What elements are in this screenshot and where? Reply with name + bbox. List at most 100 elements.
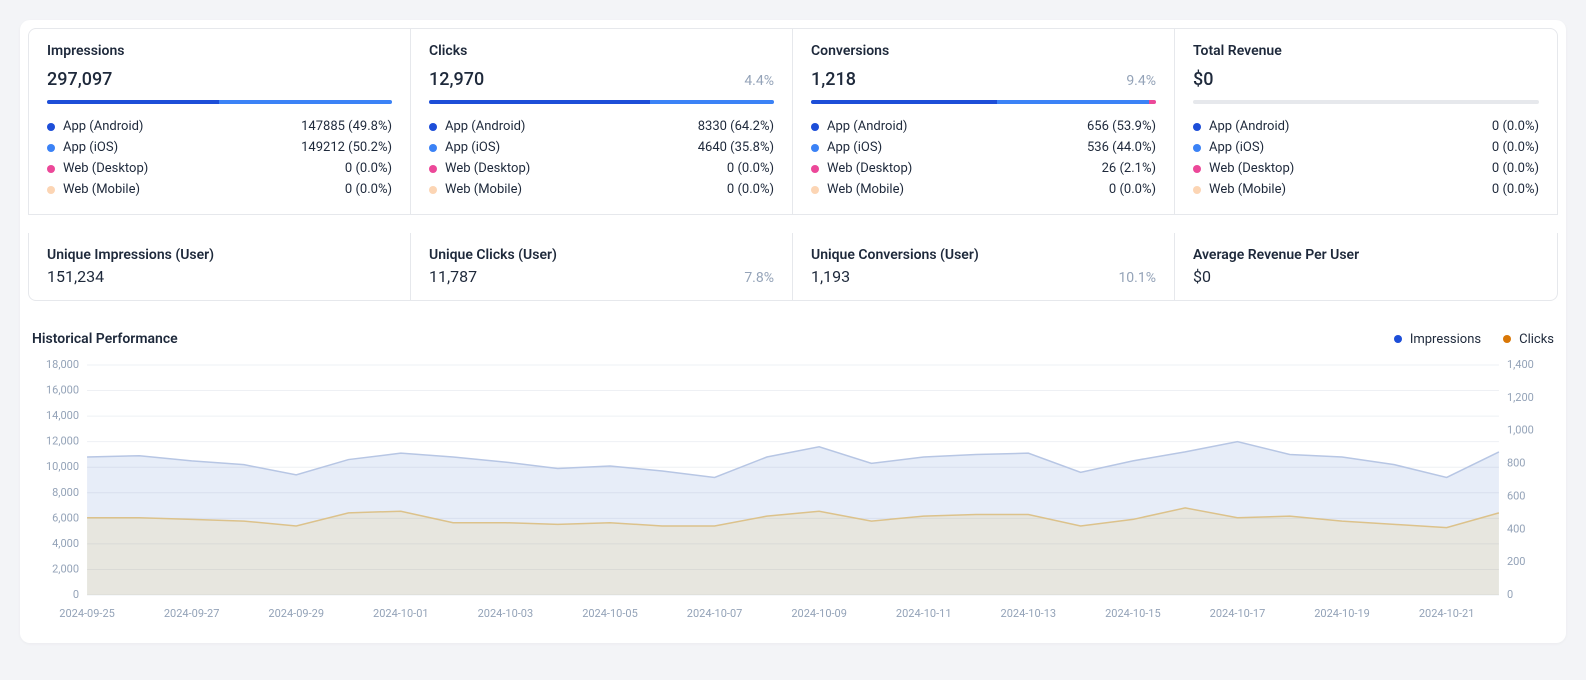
breakdown-label: Web (Desktop) xyxy=(827,161,912,176)
breakdown-value: 147885 (49.8%) xyxy=(301,119,392,134)
small-metric-card[interactable]: Unique Impressions (User) 151,234 xyxy=(29,233,411,300)
breakdown-row: Web (Desktop)0 (0.0%) xyxy=(429,158,774,179)
metric-value: 1,218 xyxy=(811,69,856,90)
svg-text:16,000: 16,000 xyxy=(46,384,79,397)
small-metric-title: Unique Impressions (User) xyxy=(47,247,392,263)
svg-text:800: 800 xyxy=(1507,457,1526,470)
breakdown-row: App (Android) 147885 (49.8%) xyxy=(47,116,392,137)
svg-text:14,000: 14,000 xyxy=(46,409,79,422)
chart-section-title: Historical Performance xyxy=(32,331,178,347)
svg-text:2024-10-11: 2024-10-11 xyxy=(896,607,952,620)
breakdown-label: App (Android) xyxy=(1209,119,1289,134)
svg-text:2024-10-21: 2024-10-21 xyxy=(1419,607,1475,620)
small-metric-card[interactable]: Unique Conversions (User)1,19310.1% xyxy=(793,233,1175,300)
small-metric-value: 1,193 xyxy=(811,267,850,286)
metric-percent: 9.4% xyxy=(1126,73,1156,89)
breakdown-value: 0 (0.0%) xyxy=(345,182,392,197)
svg-text:2024-10-19: 2024-10-19 xyxy=(1314,607,1370,620)
breakdown-label: Web (Desktop) xyxy=(63,161,148,176)
segment-bar xyxy=(811,100,1156,104)
dot-icon xyxy=(811,144,819,152)
breakdown-row: Web (Mobile)0 (0.0%) xyxy=(429,179,774,200)
dot-icon xyxy=(429,144,437,152)
breakdown-label: App (iOS) xyxy=(827,140,882,155)
legend-item-impressions[interactable]: Impressions xyxy=(1394,332,1481,347)
breakdown-value: 0 (0.0%) xyxy=(1492,161,1539,176)
metric-title: Impressions xyxy=(47,43,392,59)
svg-text:2024-09-25: 2024-09-25 xyxy=(59,607,115,620)
svg-text:2024-10-05: 2024-10-05 xyxy=(582,607,638,620)
svg-text:2024-10-07: 2024-10-07 xyxy=(687,607,743,620)
svg-text:2024-10-17: 2024-10-17 xyxy=(1210,607,1266,620)
svg-text:2024-10-01: 2024-10-01 xyxy=(373,607,429,620)
breakdown-label: Web (Desktop) xyxy=(1209,161,1294,176)
breakdown-row: App (iOS) 536 (44.0%) xyxy=(811,137,1156,158)
bar-segment xyxy=(219,100,392,104)
small-metric-card[interactable]: Average Revenue Per User$0 xyxy=(1175,233,1557,300)
breakdown-row: Web (Mobile) 0 (0.0%) xyxy=(811,179,1156,200)
dot-icon xyxy=(429,165,437,173)
metric-card[interactable]: Conversions1,2189.4%App (Android)656 (53… xyxy=(793,29,1175,214)
breakdown-label: App (Android) xyxy=(63,119,143,134)
breakdown-row: App (iOS)4640 (35.8%) xyxy=(429,137,774,158)
metric-card[interactable]: Clicks 12,970 4.4% App (Android)8330 (64.2%… xyxy=(411,29,793,214)
svg-text:2024-09-29: 2024-09-29 xyxy=(268,607,324,620)
dot-icon xyxy=(811,165,819,173)
breakdown-value: 536 (44.0%) xyxy=(1087,140,1156,155)
svg-text:2024-10-15: 2024-10-15 xyxy=(1105,607,1161,620)
chart-section-header: Historical Performance Impressions Click… xyxy=(32,331,1554,347)
breakdown-value: 0 (0.0%) xyxy=(1109,182,1156,197)
metric-card[interactable]: Total Revenue$0App (Android)0 (0.0%)App … xyxy=(1175,29,1557,214)
historical-chart[interactable]: 02,0004,0006,0008,00010,00012,00014,0001… xyxy=(28,355,1558,635)
breakdown-label: App (iOS) xyxy=(445,140,500,155)
segment-bar xyxy=(429,100,774,104)
svg-text:18,000: 18,000 xyxy=(46,358,79,371)
small-metric-card[interactable]: Unique Clicks (User)11,7877.8% xyxy=(411,233,793,300)
breakdown-value: 0 (0.0%) xyxy=(345,161,392,176)
breakdown-value: 0 (0.0%) xyxy=(1492,119,1539,134)
svg-text:400: 400 xyxy=(1507,522,1526,535)
small-metric-value: 151,234 xyxy=(47,267,104,286)
breakdown-value: 0 (0.0%) xyxy=(1492,140,1539,155)
breakdown-value: 26 (2.1%) xyxy=(1102,161,1156,176)
small-metric-value: $0 xyxy=(1193,267,1211,286)
metric-title: Total Revenue xyxy=(1193,43,1539,59)
metric-value: 12,970 xyxy=(429,69,484,90)
dot-icon xyxy=(1503,335,1511,343)
svg-text:12,000: 12,000 xyxy=(46,435,79,448)
dot-icon xyxy=(1193,186,1201,194)
legend-item-clicks[interactable]: Clicks xyxy=(1503,332,1554,347)
breakdown-row: App (Android)8330 (64.2%) xyxy=(429,116,774,137)
metric-percent: 4.4% xyxy=(744,73,774,89)
svg-text:2,000: 2,000 xyxy=(52,562,79,575)
segment-bar xyxy=(47,100,392,104)
metric-value-row: 297,097 xyxy=(47,69,392,90)
svg-text:2024-09-27: 2024-09-27 xyxy=(164,607,220,620)
breakdown-value: 0 (0.0%) xyxy=(727,161,774,176)
dot-icon xyxy=(1193,123,1201,131)
svg-text:0: 0 xyxy=(73,588,79,601)
bar-segment xyxy=(1149,100,1156,104)
dot-icon xyxy=(811,123,819,131)
small-metric-value: 11,787 xyxy=(429,267,477,286)
metric-value: 297,097 xyxy=(47,69,112,90)
metrics-grid-bottom: Unique Impressions (User) 151,234 Unique C… xyxy=(28,233,1558,301)
metric-value-row: 12,970 4.4% xyxy=(429,69,774,90)
metric-card[interactable]: Impressions 297,097 App (Android) 147885 (4… xyxy=(29,29,411,214)
metric-value-row: $0 xyxy=(1193,69,1539,90)
breakdown-label: Web (Mobile) xyxy=(827,182,904,197)
breakdown-row: App (iOS)0 (0.0%) xyxy=(1193,137,1539,158)
small-metric-percent: 7.8% xyxy=(744,270,774,286)
svg-text:1,200: 1,200 xyxy=(1507,391,1534,404)
svg-text:2024-10-03: 2024-10-03 xyxy=(478,607,534,620)
bar-segment xyxy=(811,100,997,104)
dot-icon xyxy=(47,165,55,173)
metric-title: Clicks xyxy=(429,43,774,59)
breakdown-row: Web (Mobile)0 (0.0%) xyxy=(47,179,392,200)
legend-label-clicks: Clicks xyxy=(1519,332,1554,347)
svg-text:2024-10-13: 2024-10-13 xyxy=(1001,607,1057,620)
svg-text:200: 200 xyxy=(1507,555,1526,568)
dot-icon xyxy=(47,144,55,152)
svg-text:4,000: 4,000 xyxy=(52,537,79,550)
breakdown-row: Web (Desktop) 0 (0.0%) xyxy=(1193,158,1539,179)
